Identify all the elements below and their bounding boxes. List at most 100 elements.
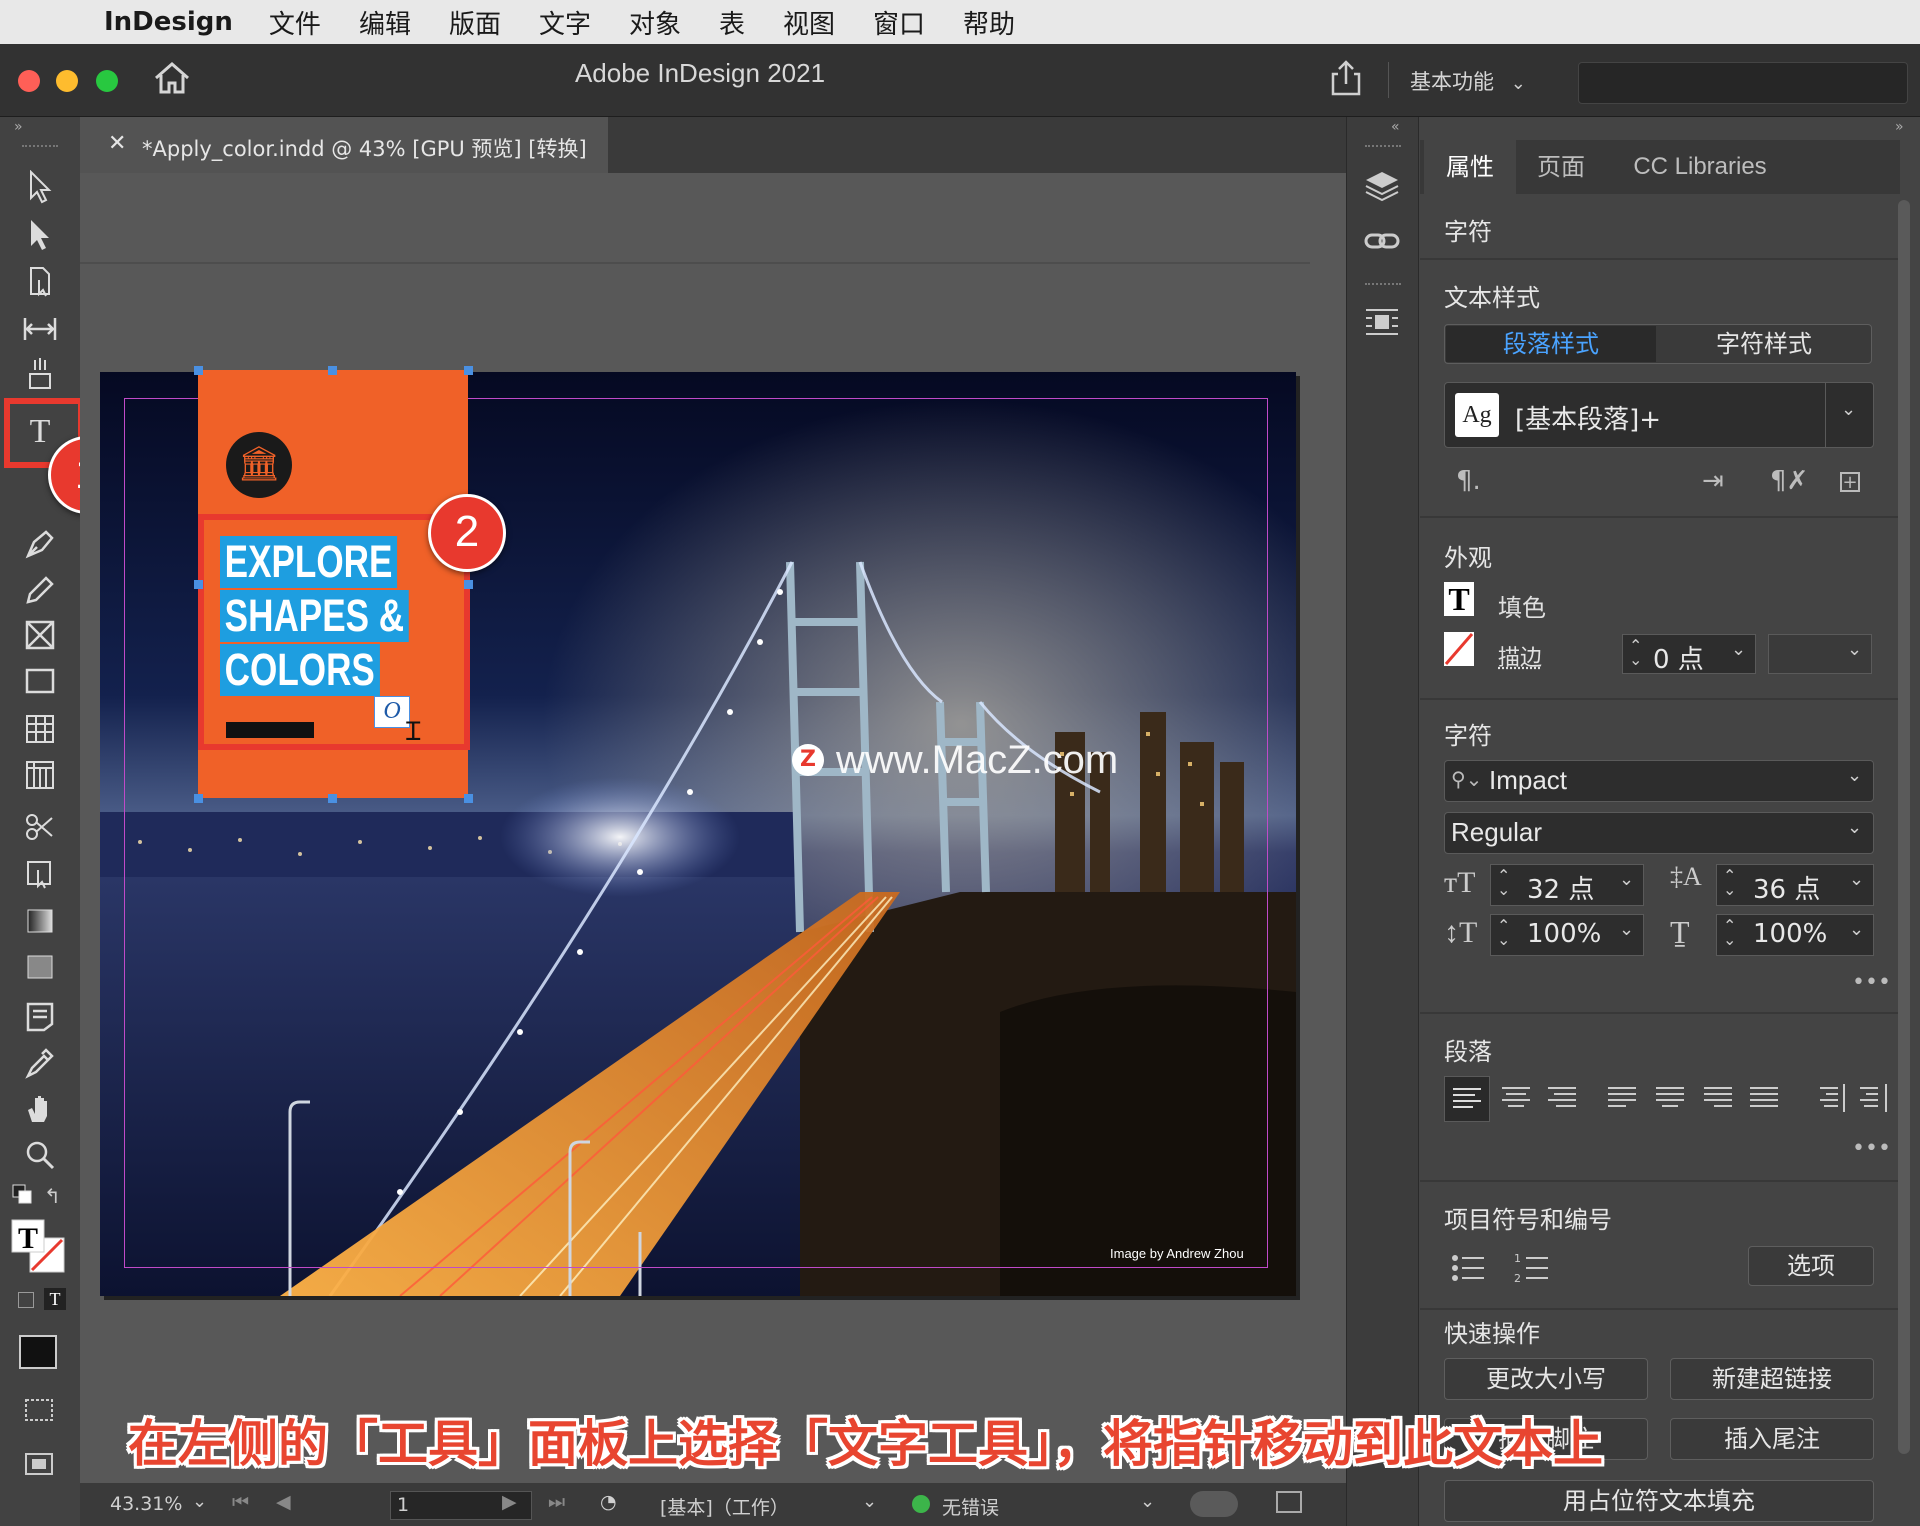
formatting-container-icon[interactable]	[18, 1292, 34, 1308]
tab-properties[interactable]: 属性	[1424, 140, 1516, 194]
rectangle-frame-tool-icon[interactable]	[18, 618, 62, 658]
pencil-tool-icon[interactable]	[18, 572, 62, 612]
minimize-window-button[interactable]	[56, 70, 78, 92]
numbered-list-icon[interactable]: 12	[1514, 1250, 1550, 1286]
preflight-profile[interactable]: [基本]（工作）	[660, 1493, 789, 1520]
menu-layout[interactable]: 版面	[449, 4, 501, 41]
preflight-errors[interactable]: 无错误	[942, 1493, 999, 1520]
fill-stroke-proxy[interactable]: T	[10, 1218, 66, 1274]
menu-edit[interactable]: 编辑	[359, 4, 411, 41]
align-towards-spine-icon[interactable]	[1806, 1076, 1850, 1120]
chevron-down-icon[interactable]: ⌄	[862, 1491, 877, 1512]
new-hyperlink-button[interactable]: 新建超链接	[1670, 1358, 1874, 1400]
next-page-icon[interactable]: ▶	[502, 1491, 517, 1513]
apply-color-icon[interactable]	[16, 1332, 64, 1372]
menu-table[interactable]: 表	[719, 4, 745, 41]
table-tool-icon[interactable]	[18, 712, 62, 752]
close-window-button[interactable]	[18, 70, 40, 92]
zoom-tool-icon[interactable]	[18, 1138, 62, 1178]
chevron-down-icon[interactable]: ⌄	[192, 1491, 207, 1512]
leading-field[interactable]: ⌃ ⌄ 36 点 ⌄	[1716, 864, 1874, 906]
share-icon[interactable]	[1326, 58, 1366, 98]
load-styles-icon[interactable]: ⇥	[1702, 466, 1724, 496]
expand-dock-icon[interactable]: «	[1391, 119, 1400, 135]
last-page-icon[interactable]: ⏭	[548, 1491, 565, 1513]
vertical-scale-field[interactable]: ⌃ ⌄ 100% ⌄	[1490, 914, 1644, 956]
font-size-field[interactable]: ⌃ ⌄ 32 点 ⌄	[1490, 864, 1644, 906]
bullets-options-button[interactable]: 选项	[1748, 1246, 1874, 1286]
free-transform-tool-icon[interactable]	[18, 856, 62, 896]
links-icon[interactable]	[1364, 224, 1400, 260]
eyedropper-tool-icon[interactable]	[18, 1046, 62, 1086]
scissors-tool-icon[interactable]	[18, 810, 62, 850]
fill-swatch-icon[interactable]: T	[1444, 582, 1474, 616]
clear-overrides-icon[interactable]: ¶.	[1456, 466, 1481, 496]
selection-handle[interactable]	[464, 580, 473, 589]
align-away-spine-icon[interactable]	[1852, 1076, 1896, 1120]
headline-line-3[interactable]: COLORS	[220, 644, 380, 696]
overset-text-icon[interactable]: O	[374, 696, 410, 728]
menu-help[interactable]: 帮助	[963, 4, 1015, 41]
panel-scrollbar[interactable]	[1898, 200, 1910, 1454]
stroke-label[interactable]: 描边	[1498, 640, 1542, 672]
paragraph-styles-button[interactable]: 段落样式	[1446, 326, 1656, 362]
formatting-text-icon[interactable]: T	[44, 1288, 66, 1310]
justify-right-icon[interactable]	[1696, 1076, 1740, 1120]
collapse-panel-icon[interactable]: »	[14, 119, 23, 135]
open-page-icon[interactable]: ◔	[600, 1491, 617, 1513]
collapse-panel-icon[interactable]: »	[1895, 119, 1904, 135]
toggle-switch[interactable]	[1190, 1491, 1238, 1517]
zoom-window-button[interactable]	[96, 70, 118, 92]
tab-cc-libraries[interactable]: CC Libraries	[1606, 140, 1794, 194]
more-options-icon[interactable]: •••	[1852, 1136, 1891, 1161]
hand-tool-icon[interactable]	[18, 1092, 62, 1132]
close-tab-icon[interactable]: ✕	[108, 131, 126, 156]
page-tool-icon[interactable]	[18, 264, 62, 304]
dock-grip[interactable]	[1365, 283, 1401, 289]
align-right-icon[interactable]	[1540, 1076, 1584, 1120]
panel-grip[interactable]	[22, 145, 58, 151]
default-colors-icon[interactable]	[12, 1184, 32, 1204]
font-style-dropdown[interactable]: Regular ⌄	[1444, 812, 1874, 854]
stroke-swatch-icon[interactable]	[1444, 632, 1474, 666]
new-style-icon[interactable]: +	[1840, 472, 1860, 492]
screen-mode-icon[interactable]	[22, 1396, 58, 1426]
insert-endnote-button[interactable]: 插入尾注	[1670, 1418, 1874, 1460]
layers-icon[interactable]	[1364, 168, 1400, 204]
menu-file[interactable]: 文件	[269, 4, 321, 41]
selection-handle[interactable]	[328, 366, 337, 375]
fill-placeholder-button[interactable]: 用占位符文本填充	[1444, 1480, 1874, 1522]
split-window-icon[interactable]	[1276, 1491, 1302, 1513]
selection-handle[interactable]	[194, 794, 203, 803]
stepper-icon[interactable]: ⌃ ⌄	[1497, 919, 1510, 947]
stroke-type-dropdown[interactable]: ⌄	[1768, 634, 1872, 674]
justify-all-icon[interactable]	[1742, 1076, 1786, 1120]
align-left-icon[interactable]	[1444, 1076, 1490, 1122]
stepper-icon[interactable]: ⌃ ⌄	[1723, 919, 1736, 947]
stepper-icon[interactable]: ⌃ ⌄	[1723, 869, 1736, 897]
justify-left-icon[interactable]	[1600, 1076, 1644, 1120]
text-wrap-icon[interactable]	[1364, 304, 1400, 340]
previous-page-icon[interactable]: ◀	[276, 1491, 291, 1513]
menu-app-name[interactable]: InDesign	[104, 7, 233, 37]
direct-selection-tool-icon[interactable]	[18, 218, 62, 258]
change-case-button[interactable]: 更改大小写	[1444, 1358, 1648, 1400]
fill-label[interactable]: 填色	[1498, 588, 1546, 623]
horizontal-scale-field[interactable]: ⌃ ⌄ 100% ⌄	[1716, 914, 1874, 956]
character-styles-button[interactable]: 字符样式	[1658, 326, 1870, 362]
swap-colors-icon[interactable]: ↰	[44, 1184, 61, 1208]
break-link-icon[interactable]: ¶✗	[1770, 466, 1808, 496]
selection-handle[interactable]	[464, 794, 473, 803]
content-collector-tool-icon[interactable]	[18, 356, 62, 396]
rectangle-tool-icon[interactable]	[18, 664, 62, 704]
first-page-icon[interactable]: ⏮	[232, 1491, 249, 1513]
selection-handle[interactable]	[328, 794, 337, 803]
stepper-icon[interactable]: ⌃ ⌄	[1497, 869, 1510, 897]
chevron-down-icon[interactable]: ⌄	[1140, 1491, 1155, 1512]
gap-tool-icon[interactable]	[18, 312, 62, 352]
menu-type[interactable]: 文字	[539, 4, 591, 41]
pen-tool-icon[interactable]	[18, 526, 62, 566]
selection-handle[interactable]	[464, 366, 473, 375]
preview-mode-icon[interactable]	[22, 1450, 58, 1480]
bulleted-list-icon[interactable]	[1450, 1250, 1486, 1286]
